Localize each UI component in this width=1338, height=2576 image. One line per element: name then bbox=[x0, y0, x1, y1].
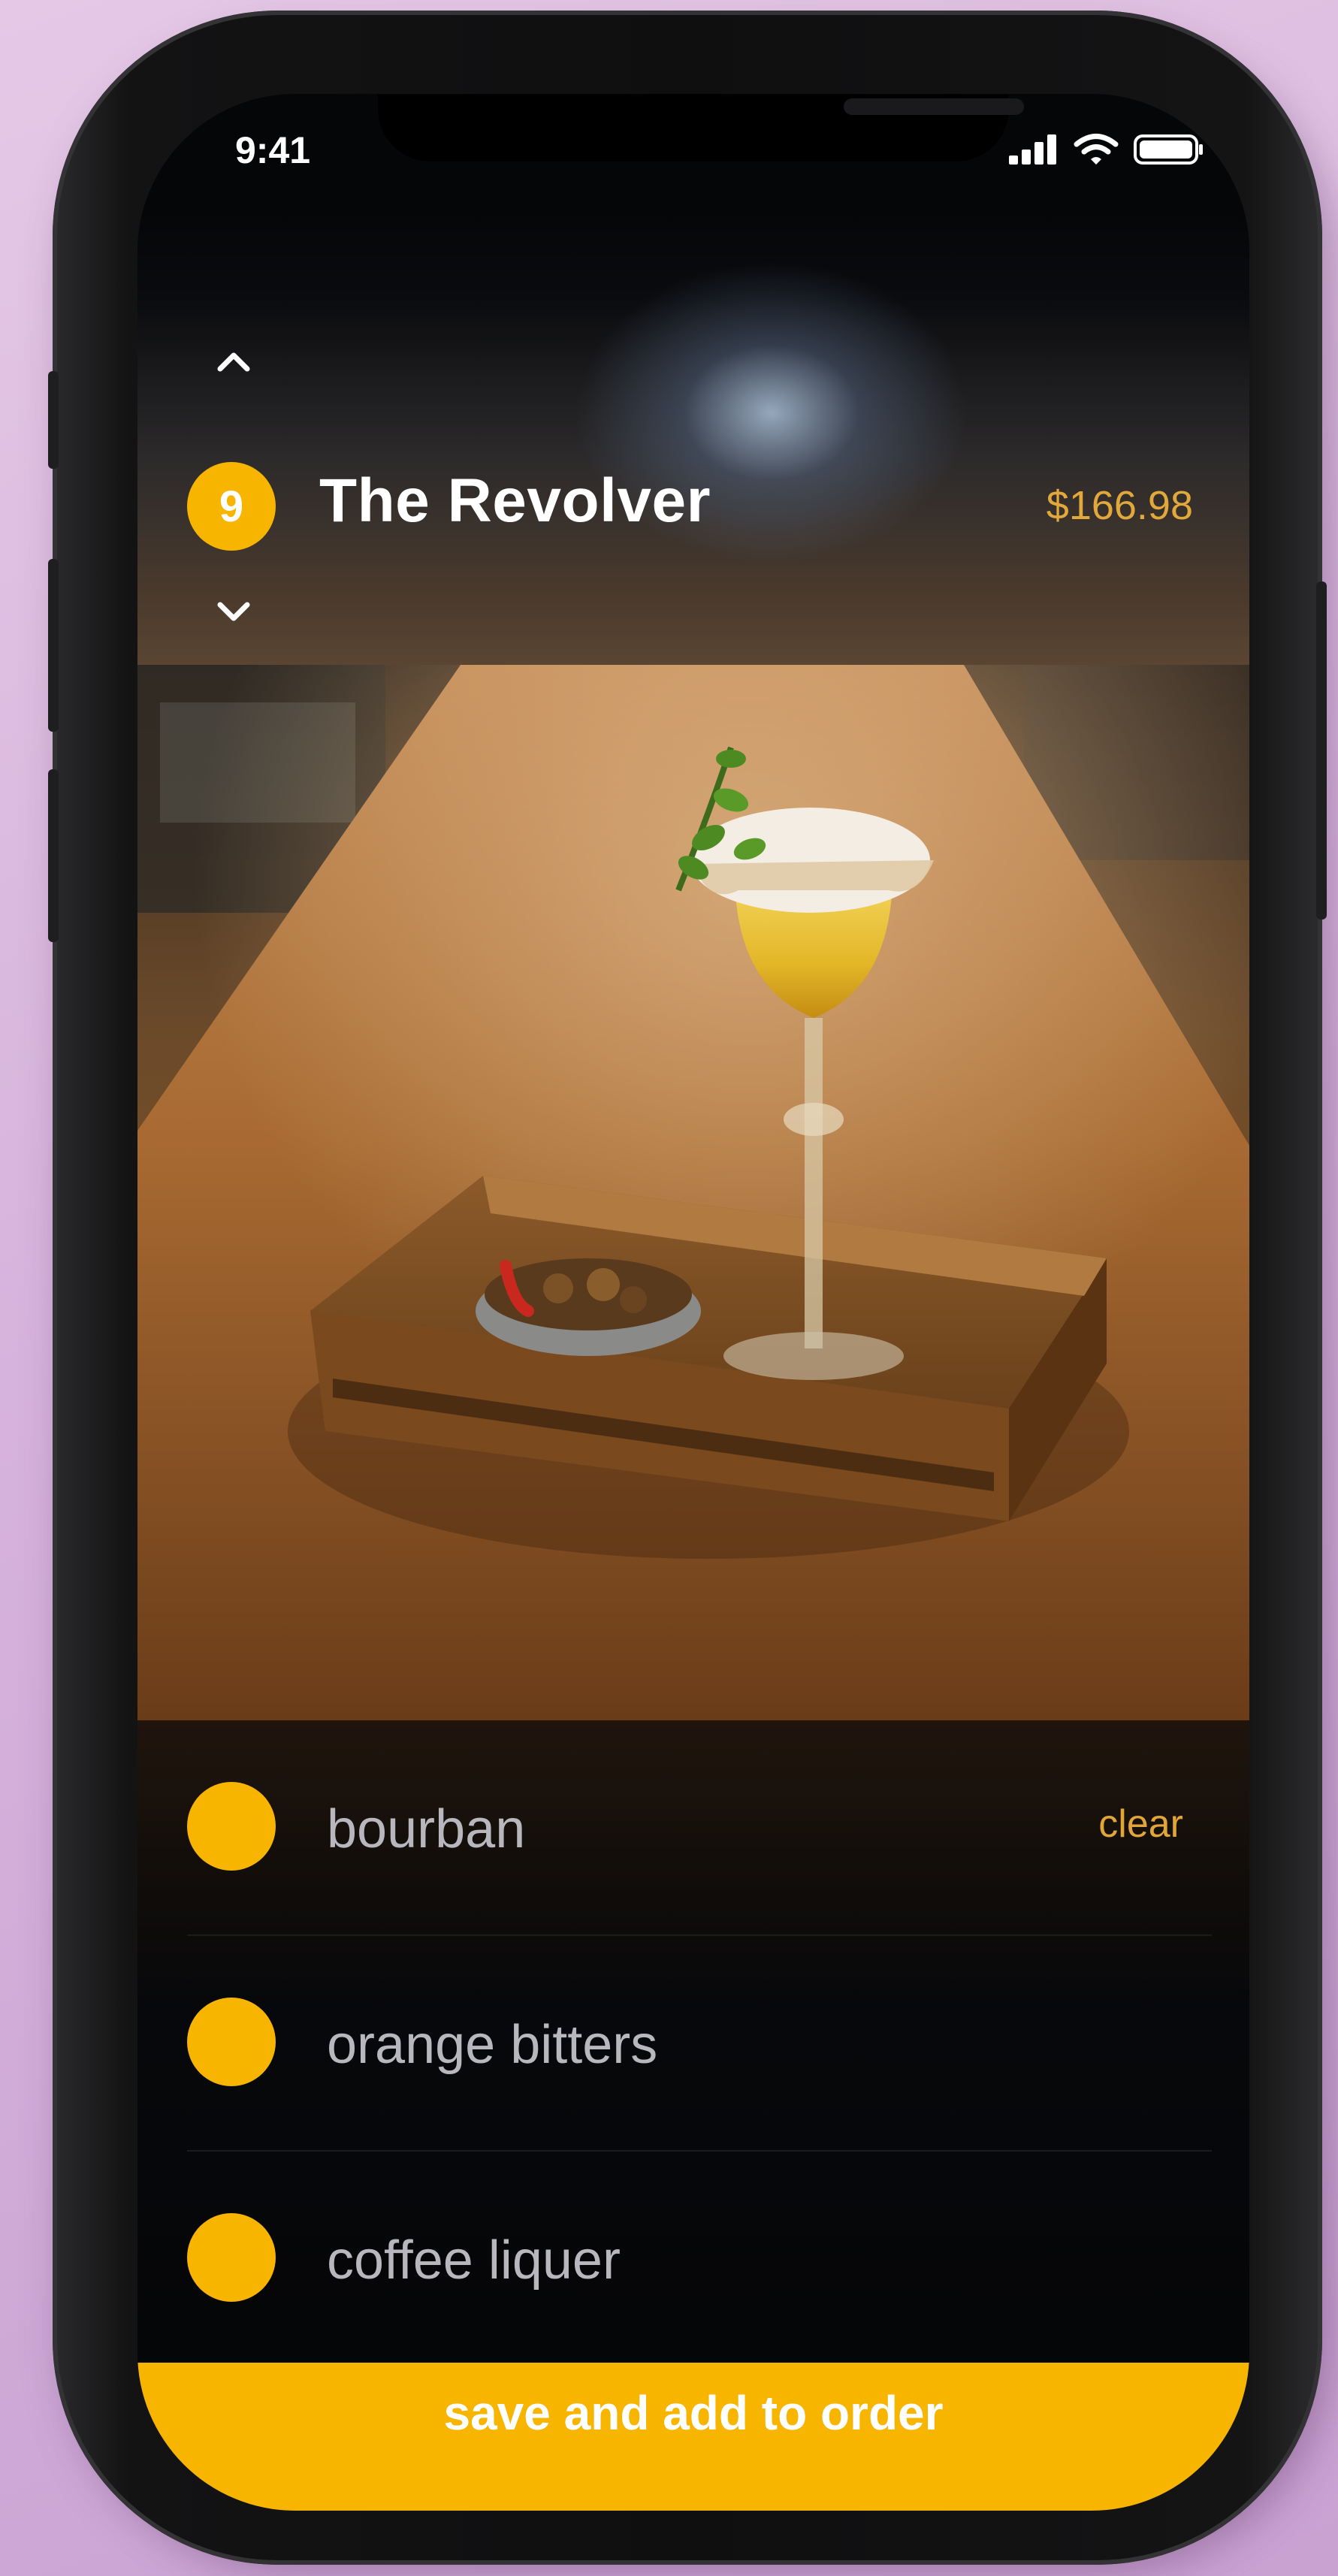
save-and-add-button[interactable]: save and add to order bbox=[137, 2363, 1249, 2511]
drink-price: $166.98 bbox=[1046, 483, 1193, 528]
wifi-icon bbox=[1074, 134, 1119, 165]
ingredient-label: orange bitters bbox=[327, 2015, 658, 2075]
power-button bbox=[1316, 581, 1327, 920]
app-screen: 9 The Revolver $166.98 9:41 bourban clea… bbox=[137, 94, 1249, 2511]
clear-button[interactable]: clear bbox=[1098, 1801, 1183, 1847]
ingredient-list: bourban clear orange bitters coffee liqu… bbox=[137, 1720, 1249, 2363]
ingredient-dot bbox=[187, 1998, 276, 2086]
ingredient-row[interactable]: bourban clear bbox=[137, 1720, 1249, 1934]
battery-icon bbox=[1134, 134, 1203, 165]
ingredient-label: bourban bbox=[327, 1799, 526, 1859]
drink-header: 9 The Revolver $166.98 bbox=[137, 207, 1249, 665]
item-number-badge: 9 bbox=[187, 462, 276, 551]
status-icons bbox=[1009, 131, 1204, 168]
notch bbox=[378, 94, 1024, 162]
volume-down-button bbox=[48, 769, 59, 942]
mute-switch bbox=[48, 371, 59, 469]
signal-icon bbox=[1009, 134, 1056, 165]
ingredient-row[interactable]: coffee liquer bbox=[137, 2152, 1249, 2366]
ingredient-row[interactable]: orange bitters bbox=[137, 1936, 1249, 2150]
ingredient-dot bbox=[187, 2213, 276, 2302]
speaker bbox=[844, 98, 1024, 115]
volume-up-button bbox=[48, 559, 59, 732]
chevron-down-icon[interactable] bbox=[213, 591, 255, 633]
drink-title: The Revolver bbox=[319, 467, 711, 535]
chevron-up-icon[interactable] bbox=[213, 340, 255, 382]
ingredient-label: coffee liquer bbox=[327, 2230, 621, 2291]
ingredient-dot bbox=[187, 1782, 276, 1871]
status-time: 9:41 bbox=[235, 129, 311, 171]
drink-photo bbox=[137, 665, 1249, 1720]
status-bar: 9:41 bbox=[137, 94, 1249, 207]
